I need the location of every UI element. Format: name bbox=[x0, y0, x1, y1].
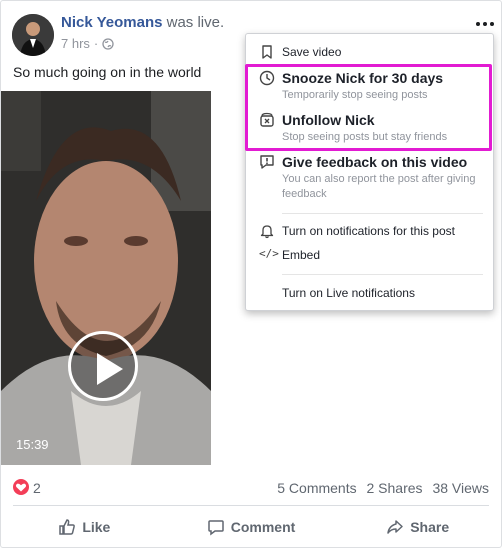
unfollow-title: Unfollow Nick bbox=[282, 112, 375, 128]
video-thumbnail bbox=[1, 91, 211, 465]
unfollow-subtitle: Stop seeing posts but stay friends bbox=[282, 131, 448, 143]
comment-button[interactable]: Comment bbox=[168, 509, 335, 545]
bookmark-icon bbox=[262, 45, 272, 59]
save-video-label: Save video bbox=[282, 45, 342, 59]
meta-separator: · bbox=[93, 36, 99, 51]
post-verb: was live. bbox=[166, 14, 225, 31]
video-player[interactable] bbox=[1, 91, 211, 465]
menu-item-live-notifications[interactable]: Turn on Live notifications bbox=[246, 282, 493, 304]
action-bar: Like Comment Share bbox=[1, 509, 501, 545]
comments-count[interactable]: 5 Comments bbox=[277, 480, 356, 496]
engagement-stats: 5 Comments 2 Shares 38 Views bbox=[271, 480, 489, 496]
notifications-label: Turn on notifications for this post bbox=[282, 224, 455, 238]
clock-icon bbox=[259, 70, 275, 86]
live-notifications-label: Turn on Live notifications bbox=[282, 286, 415, 300]
love-reaction-icon[interactable] bbox=[13, 479, 29, 495]
snooze-title: Snooze Nick for 30 days bbox=[282, 70, 444, 86]
globe-icon bbox=[102, 37, 114, 50]
comment-icon bbox=[207, 520, 224, 536]
more-options-icon[interactable] bbox=[475, 18, 495, 30]
feedback-icon bbox=[260, 155, 274, 169]
post-text: So much going on in the world bbox=[13, 64, 202, 80]
shares-count[interactable]: 2 Shares bbox=[367, 480, 423, 496]
reaction-bar: 2 5 Comments 2 Shares 38 Views bbox=[1, 467, 501, 505]
author-name[interactable]: Nick Yeomans bbox=[61, 14, 162, 31]
divider bbox=[13, 505, 489, 506]
embed-icon: </> bbox=[259, 247, 279, 260]
post-header: Nick Yeomans was live. bbox=[61, 14, 224, 31]
post-meta: 7 hrs · bbox=[61, 36, 114, 51]
menu-item-feedback[interactable]: Give feedback on this video You can also… bbox=[246, 151, 493, 207]
like-label: Like bbox=[82, 519, 111, 535]
menu-separator bbox=[282, 274, 483, 275]
menu-item-embed[interactable]: </> Embed bbox=[246, 244, 493, 266]
unfollow-icon bbox=[260, 112, 274, 127]
avatar[interactable] bbox=[12, 14, 54, 56]
feedback-title: Give feedback on this video bbox=[282, 154, 468, 170]
post-timestamp[interactable]: 7 hrs bbox=[61, 36, 90, 51]
video-duration: 15:39 bbox=[16, 437, 49, 452]
menu-separator bbox=[282, 213, 483, 214]
menu-item-save-video[interactable]: Save video bbox=[246, 41, 493, 65]
play-button[interactable] bbox=[68, 331, 138, 401]
embed-label: Embed bbox=[282, 248, 321, 262]
like-button[interactable]: Like bbox=[1, 509, 168, 545]
post-options-menu: Save video Snooze Nick for 30 days Tempo… bbox=[245, 33, 494, 311]
snooze-subtitle: Temporarily stop seeing posts bbox=[282, 89, 428, 101]
share-label: Share bbox=[410, 519, 450, 535]
menu-item-snooze[interactable]: Snooze Nick for 30 days Temporarily stop… bbox=[246, 67, 493, 108]
feedback-subtitle: You can also report the post after givin… bbox=[282, 173, 476, 200]
play-icon bbox=[97, 353, 123, 385]
share-icon bbox=[387, 520, 403, 534]
share-button[interactable]: Share bbox=[334, 509, 501, 545]
menu-item-notifications[interactable]: Turn on notifications for this post bbox=[246, 220, 493, 242]
comment-label: Comment bbox=[230, 519, 296, 535]
bell-icon bbox=[260, 225, 274, 239]
views-count[interactable]: 38 Views bbox=[432, 480, 489, 496]
reaction-count[interactable]: 2 bbox=[33, 480, 41, 496]
thumbs-up-icon bbox=[59, 519, 76, 535]
menu-item-unfollow[interactable]: Unfollow Nick Stop seeing posts but stay… bbox=[246, 109, 493, 150]
